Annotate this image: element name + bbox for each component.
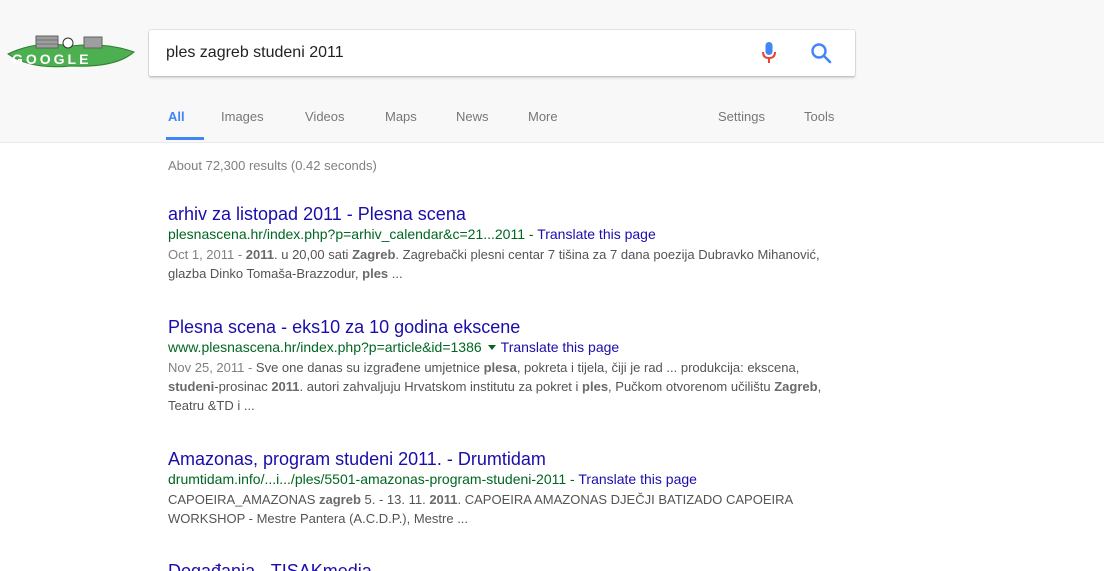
snippet-highlight: ples [362, 266, 389, 281]
snippet-highlight: plesa [483, 360, 517, 375]
result-url: drumtidam.info/...i.../ples/5501-amazona… [168, 471, 567, 487]
snippet-highlight: 2011 [271, 379, 300, 394]
snippet-text: , Pučkom otvorenom učilištu [608, 379, 775, 394]
tab-news[interactable]: News [456, 109, 489, 124]
translate-link[interactable]: Translate this page [578, 471, 697, 487]
snippet-text: -prosinac [214, 379, 272, 394]
result-snippet: Oct 1, 2011 - 2011. u 20,00 sati Zagreb.… [168, 245, 848, 283]
snippet-text: CAPOEIRA_AMAZONAS [168, 492, 319, 507]
result-title-link[interactable]: Amazonas, program studeni 2011. - Drumti… [168, 448, 848, 470]
snippet-text: , pokreta i tijela, čiji je rad ... prod… [516, 360, 800, 375]
result-url-line: drumtidam.info/...i.../ples/5501-amazona… [168, 470, 848, 488]
microphone-icon[interactable] [761, 42, 777, 64]
snippet-highlight: Zagreb [774, 379, 818, 394]
search-box[interactable] [149, 30, 855, 76]
snippet-text: Sve one danas su izgrađene umjetnice [255, 360, 484, 375]
result-url-separator: - [525, 226, 538, 242]
tab-images[interactable]: Images [221, 109, 264, 124]
tab-maps[interactable]: Maps [385, 109, 417, 124]
tab-tools[interactable]: Tools [804, 109, 834, 124]
snippet-text: 5. - 13. 11. [360, 492, 430, 507]
search-icon[interactable] [809, 41, 833, 65]
tab-settings[interactable]: Settings [718, 109, 765, 124]
result-url-line: www.plesnascena.hr/index.php?p=article&i… [168, 338, 848, 356]
snippet-highlight: studeni [168, 379, 215, 394]
translate-link[interactable]: Translate this page [501, 339, 620, 355]
caret-down-icon[interactable] [487, 344, 496, 350]
result-snippet: Nov 25, 2011 - Sve one danas su izgrađen… [168, 358, 848, 415]
tab-more[interactable]: More [528, 109, 558, 124]
search-input[interactable] [166, 30, 756, 76]
snippet-highlight: zagreb [318, 492, 361, 507]
translate-link[interactable]: Translate this page [537, 226, 656, 242]
snippet-text: . autori zahvaljuju Hrvatskom institutu … [299, 379, 583, 394]
active-tab-indicator [166, 137, 204, 140]
search-result: arhiv za listopad 2011 - Plesna scena pl… [168, 203, 848, 283]
snippet-text: . u 20,00 sati [274, 247, 353, 262]
result-url-separator: - [566, 471, 579, 487]
snippet-highlight: 2011 [245, 247, 274, 262]
tab-all[interactable]: All [168, 109, 185, 124]
search-result: Amazonas, program studeni 2011. - Drumti… [168, 448, 848, 528]
result-date: Nov 25, 2011 - [168, 360, 256, 375]
search-header: GOOGLE All Images Videos Maps News More … [0, 0, 1104, 143]
google-doodle-logo[interactable]: GOOGLE [6, 34, 136, 74]
result-url: www.plesnascena.hr/index.php?p=article&i… [168, 339, 482, 355]
tab-videos[interactable]: Videos [305, 109, 345, 124]
result-title-link-partial[interactable]: Događanja - TISAKmedia [168, 560, 372, 571]
snippet-highlight: 2011 [429, 492, 458, 507]
result-date: Oct 1, 2011 - [168, 247, 246, 262]
result-snippet: CAPOEIRA_AMAZONAS zagreb 5. - 13. 11. 20… [168, 490, 848, 528]
snippet-highlight: Zagreb [352, 247, 396, 262]
search-tabs: All Images Videos Maps News More Setting… [0, 97, 1104, 143]
result-title-link[interactable]: Plesna scena - eks10 za 10 godina ekscen… [168, 316, 848, 338]
search-result: Plesna scena - eks10 za 10 godina ekscen… [168, 316, 848, 415]
result-title-link[interactable]: arhiv za listopad 2011 - Plesna scena [168, 203, 848, 225]
snippet-text: ... [388, 266, 403, 281]
result-url-line: plesnascena.hr/index.php?p=arhiv_calenda… [168, 225, 848, 243]
snippet-highlight: ples [582, 379, 609, 394]
result-stats: About 72,300 results (0.42 seconds) [168, 158, 377, 173]
result-url: plesnascena.hr/index.php?p=arhiv_calenda… [168, 226, 525, 242]
doodle-text: GOOGLE [12, 51, 91, 67]
